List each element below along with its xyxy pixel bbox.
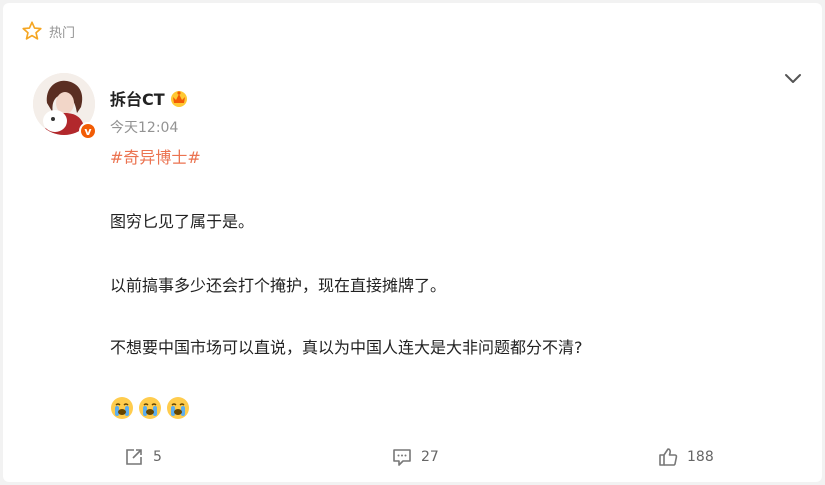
crying-face-icon (167, 397, 189, 419)
like-icon (659, 448, 678, 466)
post-paragraph: 以前搞事多少还会打个掩护，现在直接摊牌了。 (110, 276, 447, 295)
topic-tag[interactable]: #奇异博士# (110, 144, 201, 168)
post-card: 热门 v 拆台CT 今天12:04 #奇异博士# 图穷匕见了属于是。 以前搞事多… (3, 3, 822, 482)
hot-label: 热门 (49, 25, 76, 41)
crying-face-icon (111, 397, 133, 419)
verified-badge: v (79, 122, 97, 140)
username-text: 拆台CT (110, 90, 165, 109)
chevron-down-icon[interactable] (783, 69, 803, 89)
comment-icon (393, 449, 411, 466)
like-button[interactable]: 188 (657, 446, 714, 468)
crying-face-icon (139, 397, 161, 419)
post-time[interactable]: 今天12:04 (110, 117, 178, 137)
comment-count: 27 (421, 449, 439, 465)
share-button[interactable]: 5 (123, 446, 162, 468)
comment-button[interactable]: 27 (391, 446, 439, 468)
emoji-row (110, 396, 190, 420)
crown-icon (170, 91, 187, 107)
post-paragraph: 图穷匕见了属于是。 (110, 212, 255, 231)
like-count: 188 (687, 449, 714, 465)
username[interactable]: 拆台CT (110, 86, 189, 110)
post-paragraph: 不想要中国市场可以直说，真以为中国人连大是大非问题都分不清? (110, 338, 583, 357)
share-icon (126, 449, 142, 465)
share-count: 5 (153, 449, 162, 465)
star-icon (22, 21, 42, 40)
hot-bar[interactable]: 热门 (21, 20, 75, 42)
